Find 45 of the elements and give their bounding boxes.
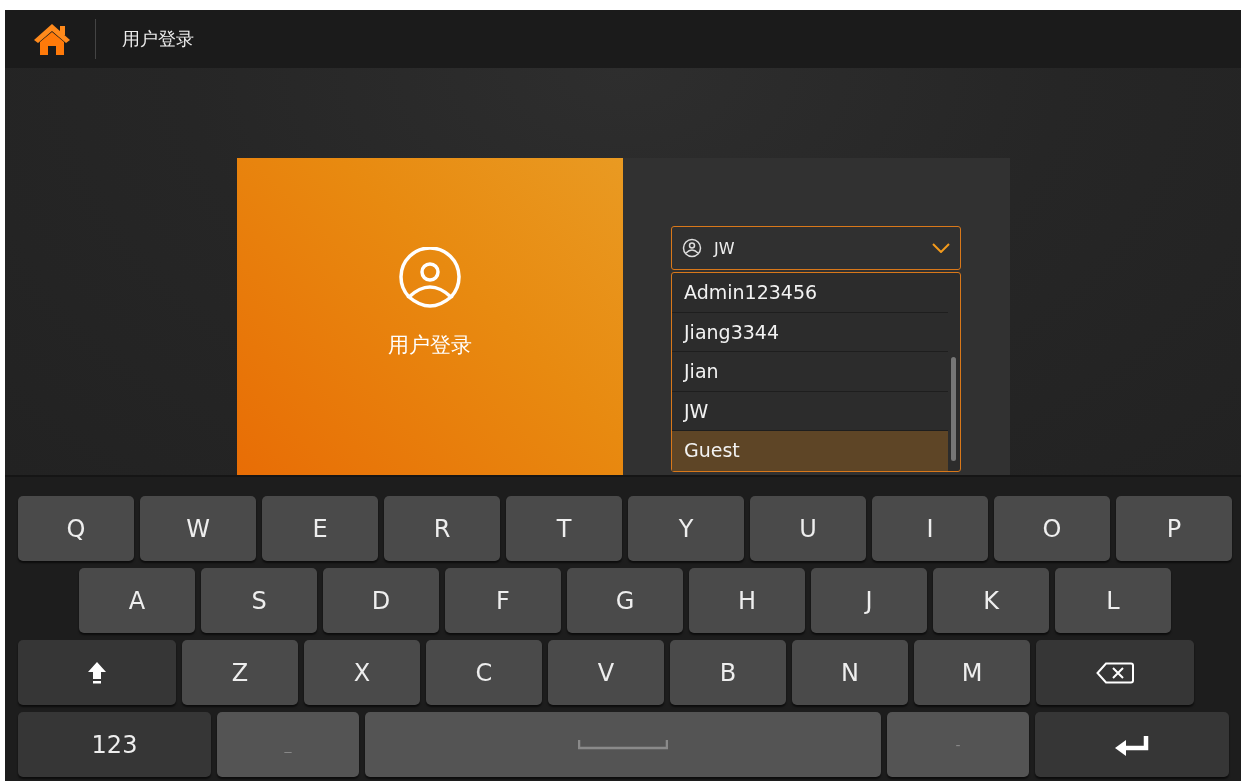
keyboard-key[interactable]: P: [1116, 496, 1232, 561]
keyboard-key[interactable]: Q: [18, 496, 134, 561]
keyboard-key[interactable]: E: [262, 496, 378, 561]
keyboard-key[interactable]: U: [750, 496, 866, 561]
selected-user: JW: [714, 238, 736, 258]
space-icon: [578, 739, 668, 750]
keyboard-key[interactable]: D: [323, 568, 439, 633]
number-mode-key[interactable]: 123: [18, 712, 211, 777]
home-icon[interactable]: [33, 22, 71, 56]
user-option[interactable]: Admin123456: [672, 273, 948, 313]
keyboard-key[interactable]: S: [201, 568, 317, 633]
keyboard-key[interactable]: V: [548, 640, 664, 705]
keyboard-key[interactable]: H: [689, 568, 805, 633]
card-label: 用户登录: [387, 332, 472, 359]
shift-icon: [87, 660, 107, 685]
keyboard-key[interactable]: X: [304, 640, 420, 705]
keyboard-key[interactable]: C: [426, 640, 542, 705]
enter-icon: [1114, 733, 1150, 756]
keyboard-key[interactable]: O: [994, 496, 1110, 561]
keyboard-key[interactable]: Z: [182, 640, 298, 705]
enter-key[interactable]: [1035, 712, 1229, 777]
user-option[interactable]: Jiang3344: [672, 312, 948, 352]
keyboard-key[interactable]: T: [506, 496, 622, 561]
keyboard-key[interactable]: I: [872, 496, 988, 561]
keyboard-key[interactable]: K: [933, 568, 1049, 633]
chevron-down-icon: [932, 243, 950, 253]
user-option[interactable]: Jian: [672, 352, 948, 392]
backspace-icon: [1096, 661, 1134, 684]
keyboard-key[interactable]: L: [1055, 568, 1171, 633]
user-option[interactable]: Guest: [672, 431, 948, 471]
user-select[interactable]: JW: [671, 226, 961, 270]
page-title: 用户登录: [122, 27, 194, 51]
keyboard-key[interactable]: A: [79, 568, 195, 633]
user-icon: [682, 238, 702, 258]
keyboard-key[interactable]: N: [792, 640, 908, 705]
keyboard-key[interactable]: R: [384, 496, 500, 561]
keyboard-key[interactable]: J: [811, 568, 927, 633]
keyboard-key[interactable]: W: [140, 496, 256, 561]
keyboard-key[interactable]: B: [670, 640, 786, 705]
keyboard-key[interactable]: M: [914, 640, 1030, 705]
keyboard-key[interactable]: G: [567, 568, 683, 633]
keyboard-key[interactable]: F: [445, 568, 561, 633]
backspace-key[interactable]: [1036, 640, 1194, 705]
keyboard-key[interactable]: Y: [628, 496, 744, 561]
scrollbar[interactable]: [951, 357, 956, 461]
